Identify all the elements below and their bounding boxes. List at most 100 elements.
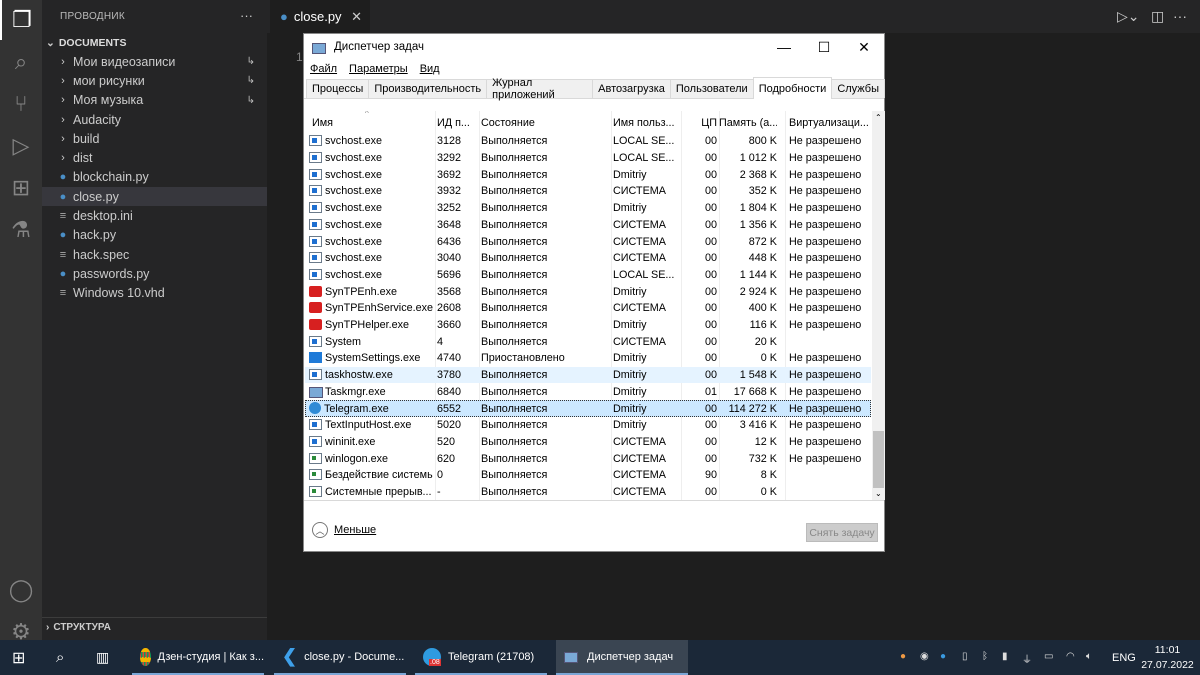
task-view-icon[interactable]: ▥ — [96, 640, 109, 675]
tree-item[interactable]: ≡ hack.spec — [42, 245, 267, 264]
menu-view[interactable]: Вид — [420, 63, 440, 75]
folder-section-documents[interactable]: ⌄ DOCUMENTS — [42, 33, 267, 52]
table-row[interactable]: SystemSettings.exe 4740 Приостановлено Dmit… — [305, 350, 871, 367]
run-icon[interactable]: ▷⌄ — [1117, 8, 1140, 25]
tree-item[interactable]: › build — [42, 129, 267, 148]
volume-tray-icon[interactable]: 🔈︎ — [1086, 651, 1098, 663]
fewer-details-button[interactable]: ︿ Меньше — [312, 522, 376, 538]
tab-app-history[interactable]: Журнал приложений — [486, 77, 594, 101]
table-row[interactable]: svchost.exe 5696 Выполняется LOCAL SE... 00 1… — [305, 267, 871, 284]
taskbar-app-telegram[interactable]: .08 Telegram (21708) — [415, 640, 547, 675]
scroll-up-icon[interactable]: ⌃ — [875, 113, 882, 122]
scroll-down-icon[interactable]: ⌄ — [875, 489, 882, 498]
taskbar-app-vscode[interactable]: ❮ close.py - Docume... — [274, 640, 406, 675]
storage-tray-icon[interactable]: ▮ — [1002, 651, 1014, 663]
start-windows-icon[interactable]: ⊞ — [12, 640, 25, 675]
tree-item[interactable]: ● passwords.py — [42, 264, 267, 283]
more-actions-icon[interactable]: ··· — [240, 8, 253, 23]
testing-icon[interactable]: ⚗ — [0, 210, 42, 250]
tab-users[interactable]: Пользователи — [669, 79, 754, 98]
table-row[interactable]: SynTPEnh.exe 3568 Выполняется Dmitriy 00 2 92… — [305, 283, 871, 300]
language-indicator[interactable]: ENG — [1112, 640, 1136, 675]
tree-item[interactable]: › Audacity — [42, 110, 267, 129]
column-header[interactable]: Виртуализаци... — [789, 117, 871, 129]
tab-services[interactable]: Службы — [831, 79, 885, 98]
cell-name: svchost.exe — [309, 168, 433, 181]
table-row[interactable]: Бездействие системы 0 Выполняется СИСТЕМА 90… — [305, 467, 871, 484]
column-header[interactable]: Состояние — [481, 117, 609, 129]
process-name: svchost.exe — [325, 202, 383, 215]
tree-item[interactable]: ≡ desktop.ini — [42, 206, 267, 225]
table-row[interactable]: svchost.exe 3648 Выполняется СИСТЕМА 00 1 356… — [305, 217, 871, 234]
scrollbar-thumb[interactable] — [873, 431, 884, 488]
table-row[interactable]: svchost.exe 3292 Выполняется LOCAL SE... 00 1… — [305, 150, 871, 167]
clock[interactable]: 11:01 27.07.2022 — [1140, 643, 1195, 673]
explorer-icon[interactable]: ❐ — [0, 0, 42, 40]
table-row[interactable]: svchost.exe 3252 Выполняется Dmitriy 00 1 804… — [305, 200, 871, 217]
end-task-button[interactable]: Снять задачу — [806, 523, 878, 542]
menu-options[interactable]: Параметры — [349, 63, 408, 75]
table-row[interactable]: Системные прерыв... - Выполняется СИСТЕМА 00… — [305, 484, 871, 500]
tree-item[interactable]: ≡ Windows 10.vhd — [42, 284, 267, 303]
table-row[interactable]: winlogon.exe 620 Выполняется СИСТЕМА 00 732 K… — [305, 450, 871, 467]
extensions-icon[interactable]: ⊞ — [0, 168, 42, 208]
table-row[interactable]: svchost.exe 3040 Выполняется СИСТЕМА 00 448 K… — [305, 250, 871, 267]
column-header[interactable]: Память (а... — [719, 117, 777, 129]
column-header[interactable]: Имя — [312, 117, 436, 129]
search-icon[interactable]: ⌕ — [56, 640, 64, 675]
bluetooth-tray-icon[interactable]: ᛒ — [982, 651, 994, 663]
table-row[interactable]: System 4 Выполняется СИСТЕМА 00 20 K — [305, 333, 871, 350]
table-row[interactable]: SynTPHelper.exe 3660 Выполняется Dmitriy 00 1… — [305, 317, 871, 334]
more-actions-icon[interactable]: ··· — [1173, 8, 1187, 24]
tab-performance[interactable]: Производительность — [368, 79, 488, 98]
close-tab-icon[interactable]: ✕ — [351, 9, 362, 25]
tree-item[interactable]: › dist — [42, 148, 267, 167]
table-row[interactable]: Taskmgr.exe 6840 Выполняется Dmitriy 01 17 66… — [305, 384, 871, 401]
outline-section[interactable]: › СТРУКТУРА — [42, 617, 267, 637]
tree-item[interactable]: › мои рисунки ↳ — [42, 71, 267, 90]
tree-item[interactable]: ● blockchain.py — [42, 168, 267, 187]
telegram-tray-icon[interactable]: ● — [940, 651, 952, 663]
table-row[interactable]: taskhostw.exe 3780 Выполняется Dmitriy 00 1 5… — [305, 366, 871, 384]
maximize-button[interactable]: ☐ — [804, 34, 844, 60]
column-header[interactable]: Имя польз... — [613, 117, 681, 129]
tab-details[interactable]: Подробности — [752, 77, 833, 99]
taskbar-app-taskmgr[interactable]: Диспетчер задач — [556, 640, 688, 675]
discord-tray-icon[interactable]: ◉ — [920, 651, 932, 663]
usb-tray-icon[interactable]: ⏚ — [1022, 651, 1034, 666]
account-icon[interactable]: ◯ — [0, 570, 42, 610]
column-header[interactable]: ЦП — [683, 117, 717, 129]
table-row[interactable]: svchost.exe 3128 Выполняется LOCAL SE... 00 8… — [305, 133, 871, 150]
tree-item[interactable]: › Моя музыка ↳ — [42, 91, 267, 110]
process-name: svchost.exe — [325, 268, 383, 281]
close-button[interactable]: ✕ — [844, 34, 884, 60]
table-row[interactable]: wininit.exe 520 Выполняется СИСТЕМА 00 12 K Не… — [305, 434, 871, 451]
tab-startup[interactable]: Автозагрузка — [592, 79, 671, 98]
table-row[interactable]: svchost.exe 3692 Выполняется Dmitriy 00 2 368… — [305, 166, 871, 183]
wifi-tray-icon[interactable]: ◠ — [1066, 651, 1078, 663]
device-tray-icon[interactable]: ▯ — [962, 651, 974, 663]
split-editor-icon[interactable]: ◫ — [1151, 8, 1164, 25]
chrome-tray-icon[interactable]: ● — [900, 651, 912, 663]
table-row[interactable]: Telegram.exe 6552 Выполняется Dmitriy 00 114 … — [305, 400, 871, 417]
source-control-icon[interactable]: ⑂ — [0, 84, 42, 124]
tab-processes[interactable]: Процессы — [306, 79, 370, 98]
tab-close-py[interactable]: ● close.py ✕ — [270, 0, 370, 33]
vertical-scrollbar[interactable]: ⌃ ⌄ — [872, 111, 885, 500]
tree-item[interactable]: ● close.py — [42, 187, 267, 207]
table-row[interactable]: TextInputHost.exe 5020 Выполняется Dmitriy 0… — [305, 417, 871, 434]
tree-item[interactable]: › Мои видеозаписи ↳ — [42, 52, 267, 71]
search-icon[interactable]: ⌕ — [0, 42, 42, 82]
taskbar-app-chrome[interactable]: Дзен-студия | Как з... — [132, 640, 264, 675]
table-row[interactable]: SynTPEnhService.exe 2608 Выполняется СИСТЕМ… — [305, 300, 871, 317]
minimize-button[interactable]: — — [764, 34, 804, 60]
menu-file[interactable]: Файл — [310, 63, 337, 75]
table-row[interactable]: svchost.exe 6436 Выполняется СИСТЕМА 00 872 K… — [305, 233, 871, 250]
battery-tray-icon[interactable]: ▭ — [1044, 651, 1056, 663]
run-debug-icon[interactable]: ▷ — [0, 126, 42, 166]
cell-status: Выполняется — [481, 152, 548, 165]
table-row[interactable]: svchost.exe 3932 Выполняется СИСТЕМА 00 352 K… — [305, 183, 871, 200]
tree-item[interactable]: ● hack.py — [42, 226, 267, 245]
tree-item-label: hack.py — [73, 228, 117, 243]
column-header[interactable]: ИД п... — [437, 117, 477, 129]
